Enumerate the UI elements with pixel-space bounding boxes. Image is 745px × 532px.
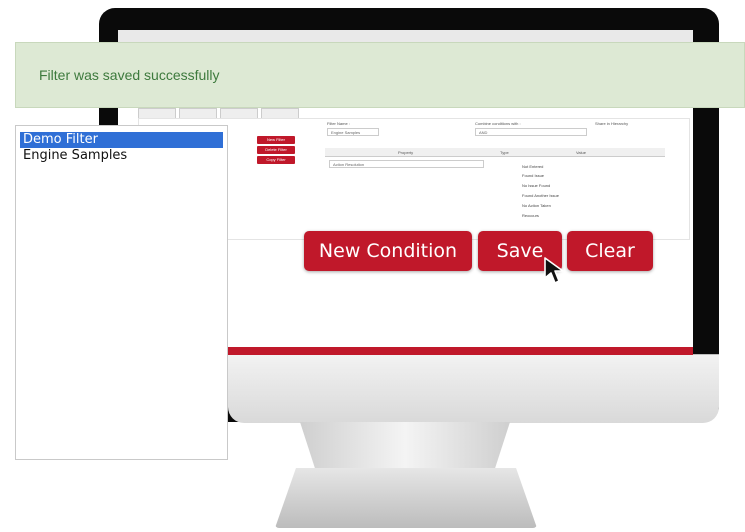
hierarchy-label: Share in Hierarchy <box>595 121 629 126</box>
value-option[interactable]: Found Issue <box>522 173 544 178</box>
delete-filter-button[interactable]: Delete Filter <box>257 146 295 154</box>
clear-button[interactable]: Clear <box>567 231 653 271</box>
filter-name-label: Filter Name : <box>327 121 350 126</box>
column-property: Property <box>398 150 414 155</box>
list-item[interactable]: Demo Filter <box>20 132 223 148</box>
success-notification: Filter was saved successfully <box>15 42 745 108</box>
value-option[interactable]: No Action Taken <box>522 203 551 208</box>
monitor-chin <box>228 354 719 423</box>
saved-filters-list[interactable]: Demo Filter Engine Samples <box>15 125 228 460</box>
property-select[interactable]: Action Resolution <box>329 160 484 168</box>
new-filter-button[interactable]: New Filter <box>257 136 295 144</box>
combine-select[interactable]: AND <box>475 128 587 136</box>
notification-message: Filter was saved successfully <box>39 67 220 83</box>
value-option[interactable]: Reoccurs <box>522 213 539 218</box>
conditions-table-header <box>325 148 665 157</box>
new-condition-button[interactable]: New Condition <box>304 231 472 271</box>
app-tabs <box>138 108 299 120</box>
monitor-stand-base <box>275 468 537 528</box>
list-item[interactable]: Engine Samples <box>20 148 223 164</box>
copy-filter-button[interactable]: Copy Filter <box>257 156 295 164</box>
value-option[interactable]: No Issue Found <box>522 183 550 188</box>
value-option[interactable]: Not Entered <box>522 164 543 169</box>
mouse-pointer-icon <box>544 257 564 284</box>
filter-name-input[interactable]: Engine Samples <box>327 128 379 136</box>
column-value: Value <box>576 150 586 155</box>
monitor-stand-neck <box>300 422 510 474</box>
value-option[interactable]: Found Another Issue <box>522 193 559 198</box>
column-type: Type <box>500 150 509 155</box>
combine-label: Combine conditions with : <box>475 121 521 126</box>
